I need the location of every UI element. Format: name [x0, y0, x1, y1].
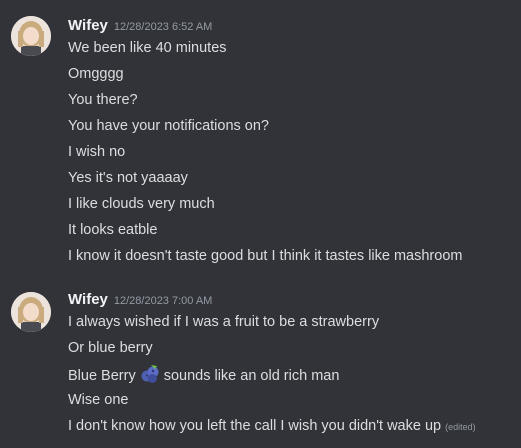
message-text: It looks eatble [68, 222, 158, 238]
message-text: Yes it's not yaaaay [68, 170, 188, 186]
timestamp[interactable]: 12/28/2023 7:00 AM [114, 295, 212, 307]
avatar[interactable] [11, 292, 51, 332]
timestamp[interactable]: 12/28/2023 6:52 AM [114, 21, 212, 33]
message-text: I wish no [68, 144, 126, 160]
message-text: Omgggg [68, 66, 124, 82]
message-text-part: I don't know how you left the call I wis… [68, 418, 442, 434]
message-text-part: sounds like an old rich man [163, 368, 340, 384]
avatar-image [11, 16, 51, 56]
message-text: You have your notifications on? [68, 118, 269, 134]
username[interactable]: Wifey [68, 17, 108, 34]
message-header: Wifey 12/28/2023 6:52 AM [68, 17, 212, 35]
message-text: Blue Berry sounds like an old rich man [68, 364, 339, 390]
username[interactable]: Wifey [68, 291, 108, 308]
blueberries-emoji[interactable] [140, 364, 160, 390]
message-text: Wise one [68, 392, 129, 408]
avatar[interactable] [11, 16, 51, 56]
edited-label[interactable]: (edited) [445, 422, 476, 432]
message-text: Or blue berry [68, 340, 153, 356]
message-text: I like clouds very much [68, 196, 215, 212]
message-header: Wifey 12/28/2023 7:00 AM [68, 291, 212, 309]
message-text: You there? [68, 92, 138, 108]
message-text-part: Blue Berry [68, 368, 136, 384]
message-text: I know it doesn't taste good but I think… [68, 248, 463, 264]
message-text: I always wished if I was a fruit to be a… [68, 314, 380, 330]
avatar-image [11, 292, 51, 332]
message-text: We been like 40 minutes [68, 40, 227, 56]
message-text: I don't know how you left the call I wis… [68, 416, 476, 437]
